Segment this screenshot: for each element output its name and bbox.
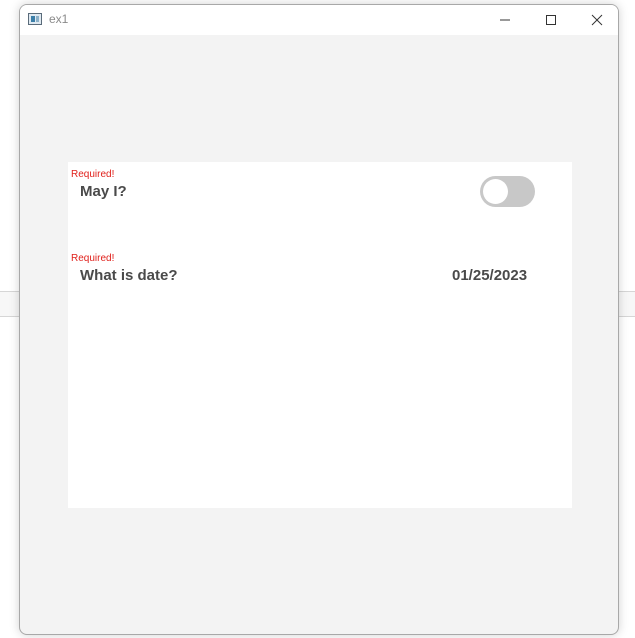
date-picker-value[interactable]: 01/25/2023 [452,267,527,284]
required-indicator: Required! [71,169,115,180]
date-label: What is date? [80,267,178,284]
app-window: ex1 Required! May I? Required! What is d… [19,4,619,635]
form-panel: Required! May I? Required! What is date?… [68,162,572,508]
may-i-label: May I? [80,183,127,200]
title-bar[interactable]: ex1 [20,5,618,35]
close-icon [591,14,603,26]
maximize-icon [546,15,556,25]
minimize-icon [500,19,510,21]
minimize-button[interactable] [482,5,528,35]
maximize-button[interactable] [528,5,574,35]
app-window-icon [28,13,42,25]
toggle-knob [483,179,508,204]
may-i-toggle[interactable] [480,176,535,207]
window-title: ex1 [49,12,69,26]
required-indicator: Required! [71,253,115,264]
close-button[interactable] [574,5,618,35]
